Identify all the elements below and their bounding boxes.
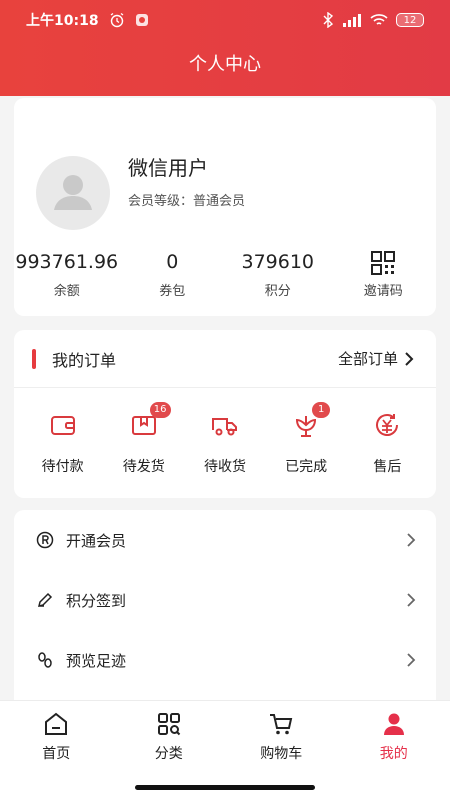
profile-stats: 993761.96 余额 0 券包 379610 积分 邀请码 bbox=[14, 250, 436, 299]
user-silhouette-icon bbox=[54, 175, 92, 210]
stat-balance[interactable]: 993761.96 余额 bbox=[14, 250, 120, 299]
category-icon bbox=[157, 713, 180, 736]
cart-icon bbox=[270, 714, 293, 735]
user-name: 微信用户 bbox=[128, 156, 208, 180]
alarm-icon bbox=[110, 12, 123, 28]
stat-label: 券包 bbox=[159, 284, 186, 299]
orders-header: 我的订单 全部订单 bbox=[14, 330, 436, 388]
order-status-pending-shipment[interactable]: 16 待发货 bbox=[104, 402, 184, 476]
profile-card: 微信用户 会员等级：普通会员 993761.96 余额 0 券包 379610 … bbox=[14, 98, 436, 316]
footprint-icon bbox=[38, 652, 52, 668]
all-orders-label: 全部订单 bbox=[337, 350, 398, 368]
bluetooth-icon bbox=[323, 12, 334, 28]
section-accent-bar bbox=[32, 348, 36, 369]
tab-cart[interactable]: 购物车 bbox=[225, 701, 338, 767]
qr-code-icon bbox=[371, 251, 396, 275]
stat-label: 邀请码 bbox=[363, 284, 403, 299]
orders-title: 我的订单 bbox=[52, 350, 117, 370]
stat-value: 379610 bbox=[241, 251, 315, 273]
stat-coupons[interactable]: 0 券包 bbox=[120, 250, 226, 299]
status-bar: 上午10:18 12 bbox=[0, 0, 450, 40]
menu-item-label: 预览足迹 bbox=[66, 651, 127, 670]
menu-item-membership[interactable]: 开通会员 bbox=[14, 510, 436, 570]
member-level: 会员等级：普通会员 bbox=[128, 194, 246, 209]
truck-icon bbox=[211, 418, 237, 436]
tab-category[interactable]: 分类 bbox=[113, 701, 226, 767]
stat-label: 积分 bbox=[264, 284, 291, 299]
profile-icon bbox=[383, 713, 404, 735]
tab-label: 购物车 bbox=[260, 746, 303, 762]
order-status-after-sales[interactable]: 售后 bbox=[347, 410, 427, 476]
all-orders-link[interactable]: 全部订单 bbox=[338, 348, 414, 369]
order-status-label: 待付款 bbox=[41, 459, 84, 475]
menu-item-label: 开通会员 bbox=[66, 531, 127, 550]
bottom-tab-bar: 首页 分类 购物车 我的 bbox=[0, 700, 450, 800]
stat-value: 993761.96 bbox=[15, 251, 119, 273]
battery-icon: 12 bbox=[396, 13, 424, 27]
menu-item-history[interactable]: 预览足迹 bbox=[14, 630, 436, 690]
stat-value: 0 bbox=[166, 251, 179, 273]
pencil-icon bbox=[37, 592, 53, 608]
app-notification-icon bbox=[135, 14, 148, 26]
chevron-right-icon bbox=[405, 351, 414, 366]
tab-label: 分类 bbox=[154, 746, 183, 762]
header: 上午10:18 12 个人中心 bbox=[0, 0, 450, 96]
menu-item-checkin[interactable]: 积分签到 bbox=[14, 570, 436, 630]
order-count-badge: 1 bbox=[312, 402, 331, 418]
tab-home[interactable]: 首页 bbox=[0, 701, 113, 767]
order-status-label: 售后 bbox=[373, 459, 402, 475]
menu-card: 开通会员 积分签到 预览足迹 bbox=[14, 510, 436, 710]
tab-label: 首页 bbox=[42, 746, 71, 762]
order-status-label: 待发货 bbox=[122, 459, 165, 475]
order-status-list: 待付款 16 待发货 待收货 1 已完成 售后 bbox=[14, 402, 436, 476]
wallet-icon bbox=[50, 416, 75, 435]
order-status-completed[interactable]: 1 已完成 bbox=[266, 402, 346, 476]
orders-card: 我的订单 全部订单 待付款 16 待发货 待收货 1 已完成 售后 bbox=[14, 330, 436, 498]
home-icon bbox=[45, 712, 68, 735]
stat-points[interactable]: 379610 积分 bbox=[225, 250, 331, 299]
registered-icon bbox=[36, 531, 54, 549]
chevron-right-icon bbox=[407, 653, 416, 667]
chevron-right-icon bbox=[407, 533, 416, 547]
order-count-badge: 16 bbox=[149, 402, 171, 418]
stat-invite-code[interactable]: 邀请码 bbox=[331, 250, 437, 299]
page-title: 个人中心 bbox=[189, 54, 261, 75]
order-status-pending-receipt[interactable]: 待收货 bbox=[185, 410, 265, 476]
tab-mine[interactable]: 我的 bbox=[338, 701, 450, 767]
signal-icon bbox=[343, 14, 361, 27]
menu-item-label: 积分签到 bbox=[66, 591, 127, 610]
chevron-right-icon bbox=[407, 593, 416, 607]
order-status-label: 待收货 bbox=[203, 459, 246, 475]
order-status-pending-payment[interactable]: 待付款 bbox=[23, 410, 103, 476]
home-indicator bbox=[135, 785, 315, 790]
stat-label: 余额 bbox=[53, 284, 80, 299]
order-status-label: 已完成 bbox=[285, 459, 328, 475]
avatar[interactable] bbox=[36, 156, 110, 230]
wifi-icon bbox=[370, 14, 388, 25]
tab-label: 我的 bbox=[379, 746, 408, 762]
refund-icon bbox=[376, 414, 399, 436]
status-time: 上午10:18 bbox=[26, 13, 99, 29]
